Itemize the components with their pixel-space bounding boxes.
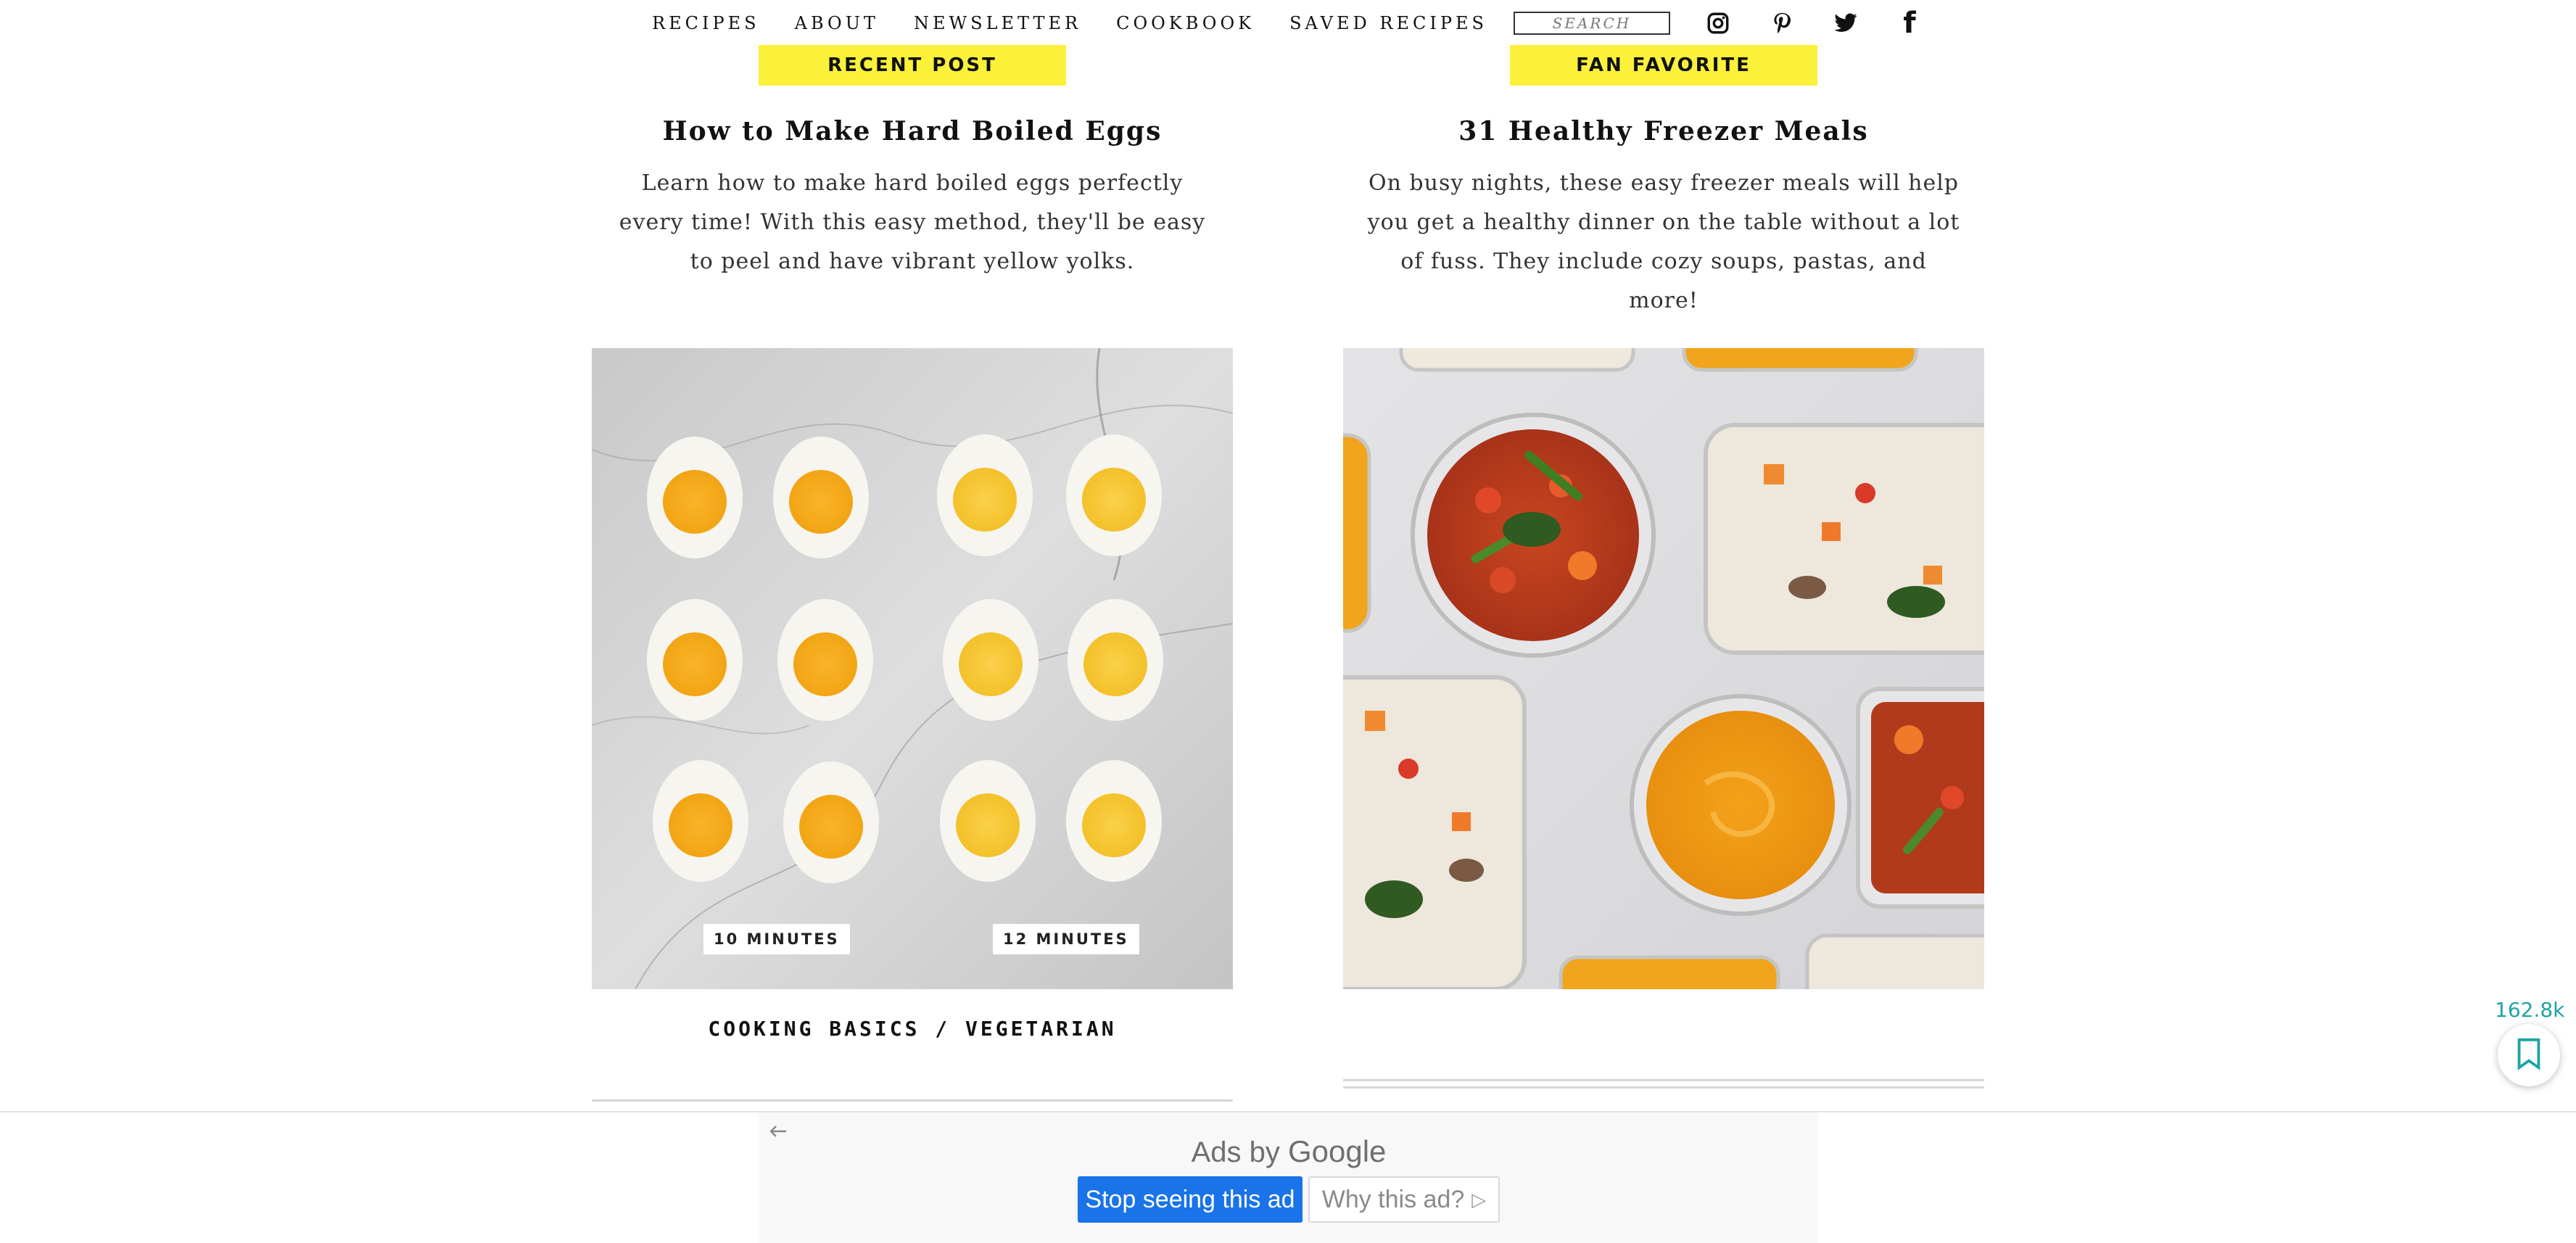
google-brand: Google [1287, 1134, 1387, 1168]
save-count: 162.8k [2495, 998, 2565, 1022]
why-this-ad-label: Why this ad? [1321, 1185, 1465, 1213]
adchoices-icon: ▷ [1471, 1188, 1487, 1210]
search-box [1513, 12, 1670, 35]
post-card-recent: RECENT POST How to Make Hard Boiled Eggs… [592, 45, 1233, 1102]
nav-item-recipes[interactable]: RECIPES [652, 13, 760, 33]
social-links: f [1686, 9, 1941, 38]
divider [1343, 1079, 1984, 1081]
post-image-freezer-meals[interactable] [1343, 348, 1984, 989]
ads-by-label: Ads by Google [759, 1134, 1818, 1169]
image-label-10-minutes: 10 MINUTES [703, 924, 850, 954]
top-navigation: RECIPES ABOUT NEWSLETTER COOKBOOK SAVED … [0, 0, 2576, 46]
post-category[interactable]: COOKING BASICS / VEGETARIAN [592, 1017, 1233, 1041]
search-input[interactable] [1517, 14, 1666, 33]
ad-panel: Ads by Google Stop seeing this ad Why th… [759, 1112, 1818, 1243]
post-excerpt: On busy nights, these easy freezer meals… [1367, 170, 1960, 313]
nav-item-about[interactable]: ABOUT [795, 13, 879, 33]
ad-buttons: Stop seeing this ad Why this ad? ▷ [759, 1176, 1818, 1223]
nav-item-saved-recipes[interactable]: SAVED RECIPES [1289, 13, 1487, 33]
post-badge: RECENT POST [759, 45, 1066, 86]
nav-item-newsletter[interactable]: NEWSLETTER [914, 13, 1081, 33]
save-recipe-button[interactable] [2498, 1024, 2560, 1086]
post-excerpt: Learn how to make hard boiled eggs perfe… [619, 170, 1206, 274]
post-title[interactable]: 31 Healthy Freezer Meals [1343, 116, 1984, 146]
ads-by-text: Ads by [1191, 1136, 1280, 1168]
post-image-hard-boiled-eggs[interactable]: 10 MINUTES 12 MINUTES [592, 348, 1233, 989]
ad-bar: Ads by Google Stop seeing this ad Why th… [0, 1111, 2576, 1243]
post-badge: FAN FAVORITE [1510, 45, 1817, 86]
divider [592, 1099, 1233, 1102]
stop-seeing-ad-button[interactable]: Stop seeing this ad [1078, 1176, 1303, 1223]
pinterest-icon[interactable] [1768, 9, 1796, 37]
instagram-icon[interactable] [1704, 9, 1732, 37]
bookmark-icon [2514, 1037, 2543, 1073]
twitter-icon[interactable] [1832, 9, 1859, 37]
nav-item-cookbook[interactable]: COOKBOOK [1116, 13, 1255, 33]
image-label-12-minutes: 12 MINUTES [993, 924, 1139, 954]
facebook-icon[interactable]: f [1896, 9, 1923, 38]
post-card-fan-favorite: FAN FAVORITE 31 Healthy Freezer Meals On… [1343, 45, 1984, 1089]
why-this-ad-button[interactable]: Why this ad? ▷ [1308, 1176, 1500, 1223]
post-title[interactable]: How to Make Hard Boiled Eggs [592, 116, 1233, 146]
nav-links: RECIPES ABOUT NEWSLETTER COOKBOOK SAVED … [635, 13, 1505, 33]
divider [1343, 1086, 1984, 1089]
